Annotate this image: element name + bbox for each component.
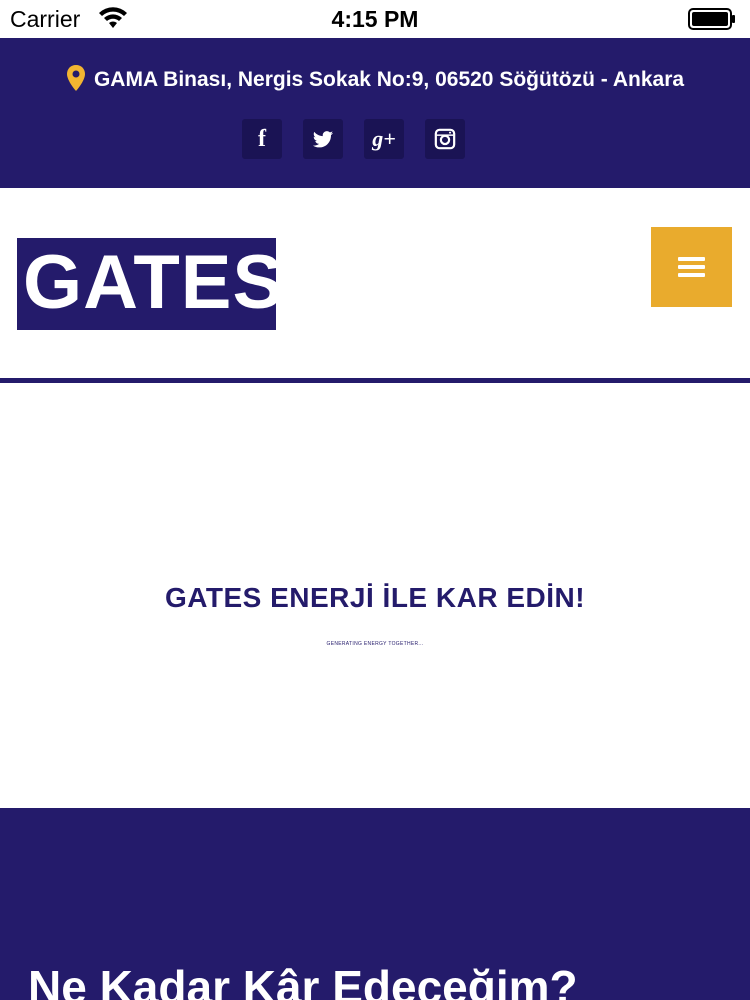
hamburger-icon-line — [678, 273, 705, 277]
menu-button[interactable] — [651, 227, 732, 307]
top-info-bar: GAMA Binası, Nergis Sokak No:9, 06520 Sö… — [0, 38, 750, 188]
facebook-link[interactable]: f — [242, 119, 282, 159]
google-plus-icon: g+ — [372, 126, 396, 151]
address-text: GAMA Binası, Nergis Sokak No:9, 06520 Sö… — [93, 68, 685, 91]
hamburger-icon — [678, 257, 705, 261]
twitter-icon — [312, 131, 334, 148]
logo-text: GATES — [23, 240, 285, 325]
hero-title: GATES ENERJİ İLE KAR EDİN! — [164, 582, 586, 613]
instagram-link[interactable] — [425, 119, 465, 159]
twitter-link[interactable] — [303, 119, 343, 159]
section-title: Ne Kadar Kâr Edeceğim? — [28, 961, 578, 1000]
google-plus-link[interactable]: g+ — [364, 119, 404, 159]
hamburger-icon-line — [678, 265, 705, 269]
hero-subtitle: GENERATING ENERGY TOGETHER... — [326, 641, 424, 647]
gates-logo[interactable]: GATES — [17, 238, 285, 330]
site-header: GATES — [0, 188, 750, 383]
battery-icon — [688, 8, 735, 30]
status-bar: Carrier 4:15 PM — [0, 0, 750, 38]
location-pin-icon — [66, 65, 85, 91]
address-line: GAMA Binası, Nergis Sokak No:9, 06520 Sö… — [0, 64, 750, 92]
profit-section: Ne Kadar Kâr Edeceğim? — [0, 808, 750, 1000]
instagram-icon — [434, 128, 456, 150]
hero-section: GATES ENERJİ İLE KAR EDİN! GENERATING EN… — [0, 388, 750, 808]
clock: 4:15 PM — [331, 6, 419, 32]
facebook-icon: f — [258, 126, 266, 152]
